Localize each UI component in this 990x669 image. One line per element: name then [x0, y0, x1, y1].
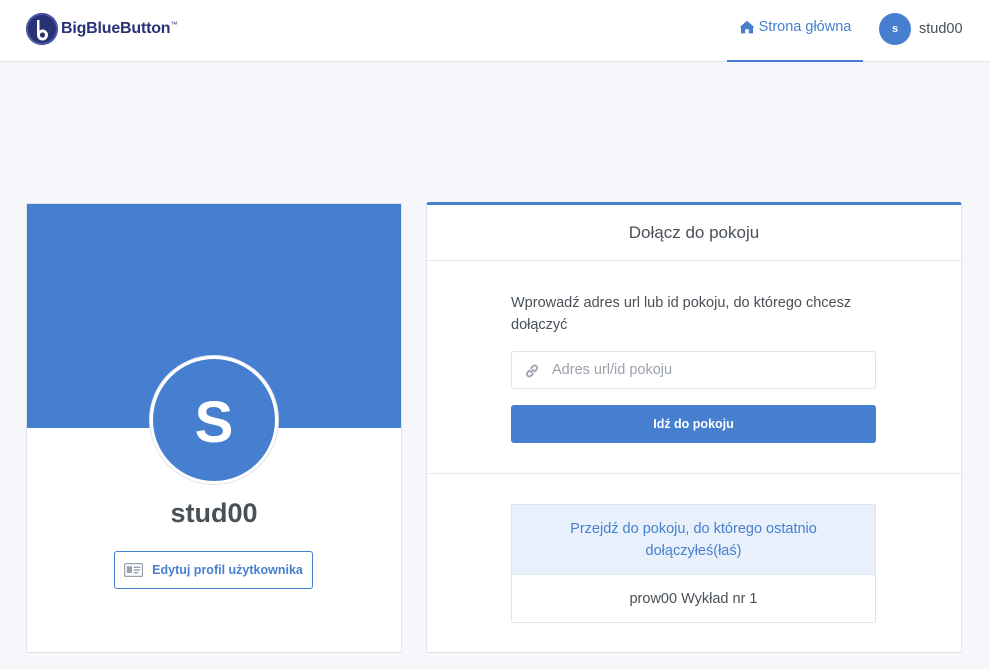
- edit-profile-button[interactable]: Edytuj profil użytkownika: [114, 551, 313, 589]
- room-url-input[interactable]: [548, 352, 874, 388]
- join-room-card: Dołącz do pokoju Wprowadź adres url lub …: [426, 202, 962, 653]
- join-room-instruction: Wprowadź adres url lub id pokoju, do któ…: [511, 295, 852, 333]
- user-name: stud00: [919, 21, 963, 37]
- nav-home-link[interactable]: Strona główna: [727, 0, 863, 62]
- id-card-icon: [124, 563, 144, 577]
- home-icon: [739, 20, 755, 34]
- go-to-room-button[interactable]: Idź do pokoju: [511, 405, 876, 443]
- recent-rooms-heading: Przejdź do pokoju, do którego ostatnio d…: [512, 505, 875, 575]
- logo-text-label: BigBlueButton: [61, 20, 171, 37]
- user-avatar: s: [879, 13, 911, 45]
- link-icon: [526, 364, 538, 378]
- logo-text: BigBlueButton™: [61, 20, 177, 38]
- profile-avatar: S: [150, 356, 278, 484]
- profile-card: S stud00 Edytuj profil użytkownika: [26, 203, 402, 653]
- top-navbar: BigBlueButton™ Strona główna s stud00: [0, 0, 990, 62]
- divider: [427, 473, 961, 474]
- join-room-title: Dołącz do pokoju: [427, 205, 961, 261]
- edit-profile-label: Edytuj profil użytkownika: [152, 563, 303, 577]
- recent-room-item[interactable]: prow00 Wykład nr 1: [512, 575, 875, 622]
- room-url-field: [511, 351, 876, 389]
- nav-home-label: Strona główna: [758, 19, 852, 35]
- app-logo[interactable]: BigBlueButton™: [26, 13, 177, 45]
- user-menu[interactable]: s stud00: [879, 13, 963, 45]
- bigbluebutton-logo-icon: [26, 13, 58, 45]
- recent-rooms-panel: Przejdź do pokoju, do którego ostatnio d…: [511, 504, 876, 623]
- profile-name: stud00: [170, 498, 258, 528]
- logo-trademark: ™: [170, 21, 178, 29]
